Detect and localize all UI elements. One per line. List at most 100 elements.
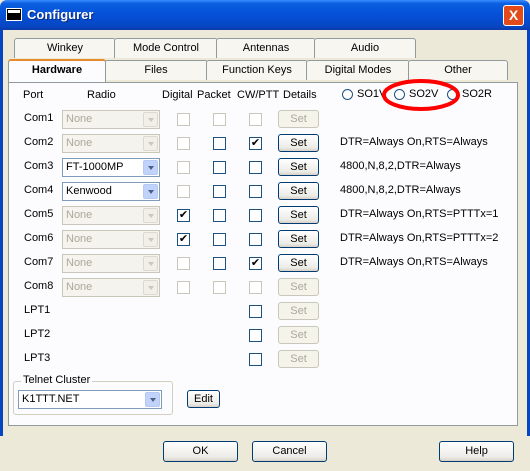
- tab-label: Winkey: [46, 42, 84, 54]
- telnet-select[interactable]: K1TTT.NET: [18, 390, 162, 409]
- set-button[interactable]: Set: [278, 254, 319, 272]
- radio-select[interactable]: None: [62, 278, 160, 297]
- radio-select[interactable]: None: [62, 230, 160, 249]
- chevron-down-icon[interactable]: [143, 136, 158, 151]
- tab-label: Function Keys: [222, 64, 292, 76]
- set-button[interactable]: Set: [278, 326, 319, 344]
- cwptt-checkbox[interactable]: [249, 281, 262, 294]
- window-title: Configurer: [27, 7, 94, 22]
- tab-antennas[interactable]: Antennas: [216, 38, 316, 58]
- tab-label: Other: [444, 64, 472, 76]
- radio-select[interactable]: None: [62, 134, 160, 153]
- telnet-value: K1TTT.NET: [22, 393, 80, 405]
- port-label: Com5: [24, 208, 54, 220]
- cwptt-checkbox[interactable]: [249, 305, 262, 318]
- radio-select[interactable]: None: [62, 110, 160, 129]
- port-label: Com1: [24, 112, 54, 124]
- radio-value: None: [66, 281, 93, 293]
- packet-checkbox[interactable]: [213, 233, 226, 246]
- chevron-down-icon[interactable]: [143, 112, 158, 127]
- digital-checkbox[interactable]: [177, 161, 190, 174]
- so1v-radio[interactable]: [342, 89, 353, 100]
- chevron-down-icon[interactable]: [143, 160, 158, 175]
- header-cwptt: CW/PTT: [237, 89, 280, 101]
- port-details: DTR=Always On,RTS=PTTTx=2: [340, 232, 499, 244]
- tab-hardware[interactable]: Hardware: [8, 59, 106, 82]
- packet-checkbox[interactable]: [213, 281, 226, 294]
- port-label: Com8: [24, 280, 54, 292]
- port-details: 4800,N,8,2,DTR=Always: [340, 160, 461, 172]
- cwptt-checkbox[interactable]: [249, 113, 262, 126]
- tab-other[interactable]: Other: [408, 60, 508, 80]
- radio-value: None: [66, 113, 93, 125]
- tab-label: Files: [144, 64, 168, 76]
- digital-checkbox[interactable]: [177, 185, 190, 198]
- radio-value: None: [66, 257, 93, 269]
- packet-checkbox[interactable]: [213, 137, 226, 150]
- port-label: Com7: [24, 256, 54, 268]
- tab-files[interactable]: Files: [104, 60, 208, 80]
- digital-checkbox[interactable]: ✔: [177, 209, 190, 222]
- set-button[interactable]: Set: [278, 302, 319, 320]
- chevron-down-icon[interactable]: [143, 256, 158, 271]
- tab-audio[interactable]: Audio: [314, 38, 416, 58]
- packet-checkbox[interactable]: [213, 161, 226, 174]
- chevron-down-icon[interactable]: [143, 208, 158, 223]
- radio-select[interactable]: None: [62, 254, 160, 273]
- tab-label: Antennas: [242, 42, 290, 54]
- set-button[interactable]: Set: [278, 206, 319, 224]
- set-button[interactable]: Set: [278, 134, 319, 152]
- packet-checkbox[interactable]: [213, 113, 226, 126]
- set-button[interactable]: Set: [278, 278, 319, 296]
- cancel-button[interactable]: Cancel: [252, 441, 327, 462]
- tab-function-keys[interactable]: Function Keys: [206, 60, 308, 80]
- radio-value: FT-1000MP: [66, 161, 124, 173]
- so2r-label: SO2R: [462, 88, 492, 100]
- tab-digital-modes[interactable]: Digital Modes: [306, 60, 410, 80]
- packet-checkbox[interactable]: [213, 185, 226, 198]
- port-details: DTR=Always On,RTS=PTTTx=1: [340, 208, 499, 220]
- digital-checkbox[interactable]: [177, 281, 190, 294]
- radio-select[interactable]: None: [62, 206, 160, 225]
- digital-checkbox[interactable]: ✔: [177, 233, 190, 246]
- chevron-down-icon[interactable]: [145, 392, 160, 407]
- set-button[interactable]: Set: [278, 182, 319, 200]
- cwptt-checkbox[interactable]: [249, 161, 262, 174]
- radio-select[interactable]: Kenwood: [62, 182, 160, 201]
- telnet-edit-button[interactable]: Edit: [187, 390, 220, 408]
- port-label: LPT3: [24, 352, 51, 364]
- set-button[interactable]: Set: [278, 230, 319, 248]
- tab-label: Digital Modes: [324, 64, 392, 76]
- chevron-down-icon[interactable]: [143, 184, 158, 199]
- set-button[interactable]: Set: [278, 158, 319, 176]
- highlight-circle: [382, 79, 460, 111]
- cwptt-checkbox[interactable]: ✔: [249, 257, 262, 270]
- cwptt-checkbox[interactable]: [249, 329, 262, 342]
- chevron-down-icon[interactable]: [143, 232, 158, 247]
- radio-value: Kenwood: [66, 185, 112, 197]
- cwptt-checkbox[interactable]: [249, 233, 262, 246]
- cwptt-checkbox[interactable]: ✔: [249, 137, 262, 150]
- packet-checkbox[interactable]: [213, 209, 226, 222]
- cwptt-checkbox[interactable]: [249, 209, 262, 222]
- tab-winkey[interactable]: Winkey: [14, 38, 116, 58]
- chevron-down-icon[interactable]: [143, 280, 158, 295]
- ok-button[interactable]: OK: [163, 441, 238, 462]
- header-details: Details: [283, 89, 317, 101]
- close-button[interactable]: X: [503, 5, 524, 26]
- radio-value: None: [66, 209, 93, 221]
- digital-checkbox[interactable]: [177, 257, 190, 270]
- set-button[interactable]: Set: [278, 110, 319, 128]
- set-button[interactable]: Set: [278, 350, 319, 368]
- tab-label: Audio: [350, 42, 380, 54]
- digital-checkbox[interactable]: [177, 113, 190, 126]
- cwptt-checkbox[interactable]: [249, 353, 262, 366]
- radio-select[interactable]: FT-1000MP: [62, 158, 160, 177]
- tab-mode-control[interactable]: Mode Control: [114, 38, 218, 58]
- cwptt-checkbox[interactable]: [249, 185, 262, 198]
- help-button[interactable]: Help: [439, 441, 514, 462]
- header-radio: Radio: [87, 89, 116, 101]
- digital-checkbox[interactable]: [177, 137, 190, 150]
- packet-checkbox[interactable]: [213, 257, 226, 270]
- port-details: 4800,N,8,2,DTR=Always: [340, 184, 461, 196]
